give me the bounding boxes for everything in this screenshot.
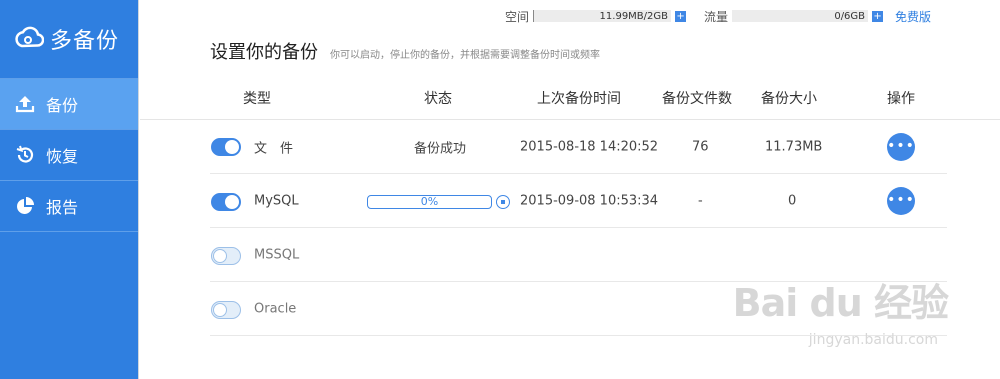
row-size: 11.73MB bbox=[765, 139, 823, 154]
row-type: MySQL bbox=[254, 193, 299, 208]
watermark-logo: Bai du 经验 bbox=[732, 281, 949, 325]
progress-value: 0% bbox=[420, 195, 439, 208]
row-last-time: 2015-09-08 10:53:34 bbox=[520, 193, 659, 208]
row-type: Oracle bbox=[254, 301, 297, 316]
backup-progress-bar: 0% bbox=[367, 195, 492, 209]
space-label: 空间 bbox=[505, 9, 530, 24]
add-traffic-button[interactable]: + bbox=[872, 10, 884, 22]
space-usage-fill bbox=[533, 10, 535, 22]
history-icon bbox=[14, 144, 36, 166]
backup-toggle[interactable] bbox=[211, 301, 241, 319]
row-last-time: 2015-08-18 14:20:52 bbox=[520, 139, 659, 154]
backup-toggle[interactable] bbox=[211, 138, 241, 156]
watermark-url: jingyan.baidu.com bbox=[808, 332, 938, 348]
sidebar-item-label: 报告 bbox=[46, 198, 79, 217]
sidebar-item-label: 备份 bbox=[46, 96, 79, 115]
page-subtitle: 你可以启动，停止你的备份，并根据需要调整备份时间或频率 bbox=[330, 50, 600, 61]
column-header-type: 类型 bbox=[243, 91, 271, 107]
sidebar-item-report[interactable]: 报告 bbox=[0, 181, 138, 232]
table-row: 文 件 备份成功 2015-08-18 14:20:52 76 11.73MB … bbox=[210, 120, 947, 174]
space-usage-bar: 11.99MB/2GB bbox=[533, 10, 672, 22]
traffic-value: 0/6GB bbox=[834, 10, 866, 22]
column-header-file-count: 备份文件数 bbox=[662, 91, 732, 107]
row-file-count: - bbox=[698, 193, 703, 208]
column-header-size: 备份大小 bbox=[761, 91, 817, 107]
table-row: MySQL 0% 2015-09-08 10:53:34 - 0 ••• bbox=[210, 174, 947, 228]
space-value: 11.99MB/2GB bbox=[599, 10, 669, 22]
logo-text: 多备份 bbox=[50, 29, 120, 54]
row-file-count: 76 bbox=[692, 139, 709, 154]
sidebar-item-backup[interactable]: 备份 bbox=[0, 79, 138, 130]
table-header: 类型 状态 上次备份时间 备份文件数 备份大小 操作 bbox=[140, 88, 1000, 120]
more-actions-button[interactable]: ••• bbox=[887, 133, 915, 161]
traffic-usage-bar: 0/6GB bbox=[732, 10, 869, 22]
column-header-status: 状态 bbox=[424, 91, 452, 107]
traffic-label: 流量 bbox=[704, 9, 729, 24]
backup-toggle[interactable] bbox=[211, 193, 241, 211]
sidebar: 多备份 备份 恢复 报告 bbox=[0, 0, 139, 379]
sidebar-item-label: 恢复 bbox=[46, 147, 79, 166]
row-type: 文 件 bbox=[254, 141, 294, 156]
page-title: 设置你的备份 bbox=[210, 42, 318, 63]
column-header-last-time: 上次备份时间 bbox=[537, 91, 621, 107]
row-size: 0 bbox=[788, 193, 797, 208]
app-logo[interactable]: 多备份 bbox=[0, 0, 138, 79]
row-status: 备份成功 bbox=[414, 141, 467, 156]
add-space-button[interactable]: + bbox=[675, 10, 687, 22]
cloud-sync-icon bbox=[15, 26, 44, 48]
free-version-link[interactable]: 免费版 bbox=[895, 8, 931, 25]
backup-toggle[interactable] bbox=[211, 247, 241, 265]
quota-bar: 空间 11.99MB/2GB + 流量 0/6GB + 免费版 bbox=[505, 8, 1000, 24]
row-type: MSSQL bbox=[254, 247, 300, 262]
page-header: 设置你的备份 你可以启动，停止你的备份，并根据需要调整备份时间或频率 bbox=[210, 38, 600, 64]
pie-chart-icon bbox=[14, 195, 36, 217]
stop-icon[interactable] bbox=[496, 195, 510, 209]
sidebar-item-restore[interactable]: 恢复 bbox=[0, 130, 138, 181]
column-header-action: 操作 bbox=[887, 91, 915, 107]
more-actions-button[interactable]: ••• bbox=[887, 187, 915, 215]
upload-icon bbox=[14, 93, 36, 115]
